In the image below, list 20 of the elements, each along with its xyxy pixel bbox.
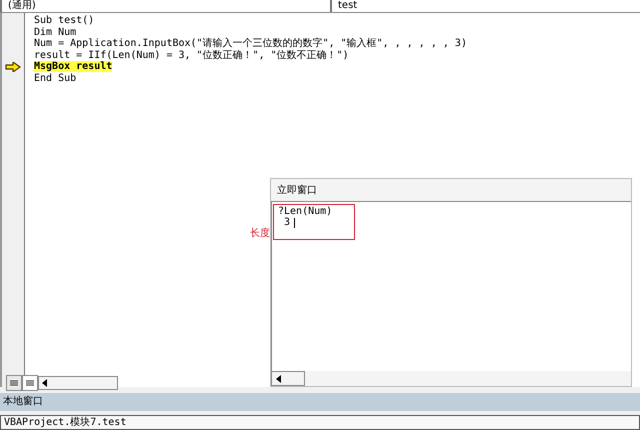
context-field: VBAProject.模块7.test bbox=[0, 415, 640, 430]
code-line: Dim Num bbox=[34, 26, 76, 38]
immediate-text: ?Len(Num) bbox=[278, 206, 332, 217]
horizontal-scrollbar[interactable] bbox=[271, 371, 305, 386]
code-line: End Sub bbox=[34, 72, 76, 84]
lines-icon bbox=[26, 380, 34, 386]
annotation-label: 长度 bbox=[250, 226, 270, 240]
immediate-text: 3 bbox=[284, 217, 290, 228]
code-line: Num = Application.InputBox("请输入一个三位数的的数字", "输入框", , , , , , 3) bbox=[34, 38, 467, 49]
module-view-button[interactable] bbox=[22, 375, 38, 391]
horizontal-scrollbar[interactable] bbox=[38, 376, 118, 390]
window-title: 立即窗口 bbox=[276, 184, 318, 198]
lines-icon bbox=[10, 380, 18, 386]
text-cursor bbox=[294, 218, 296, 228]
code-line: Sub test() bbox=[34, 15, 94, 26]
code-line: result = IIf(Len(Num) = 3, "位数正确！", "位数不正确！") bbox=[34, 50, 349, 60]
window-title: 本地窗口 bbox=[3, 396, 43, 407]
procedure-view-button[interactable] bbox=[6, 375, 22, 391]
scroll-left-icon[interactable] bbox=[276, 374, 281, 382]
scroll-left-icon[interactable] bbox=[42, 379, 47, 387]
